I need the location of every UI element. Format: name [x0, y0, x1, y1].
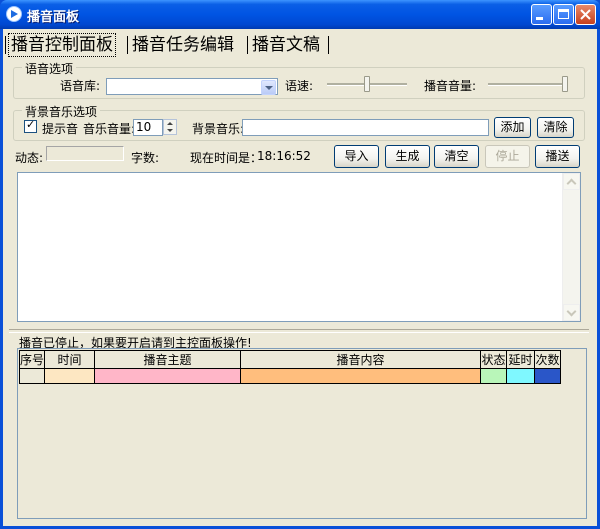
column-header-time[interactable]: 时间 — [44, 350, 96, 369]
table-cell-status[interactable] — [480, 368, 508, 384]
client-area: 播音控制面板 播音任务编辑 播音文稿 语音选项 语音库: 语速: 播音音量: 背… — [3, 29, 597, 526]
voice-library-value — [107, 79, 109, 93]
column-header-index[interactable]: 序号 — [18, 350, 46, 369]
current-time-value: 18:16:52 — [257, 149, 311, 163]
chevron-down-icon[interactable] — [261, 80, 276, 95]
table-row[interactable] — [18, 368, 562, 384]
column-header-count[interactable]: 次数 — [534, 350, 562, 369]
stop-button[interactable]: 停止 — [485, 145, 530, 168]
dynamic-indicator — [46, 146, 124, 161]
voice-options-group: 语音选项 语音库: 语速: 播音音量: — [13, 60, 585, 99]
app-icon — [6, 6, 22, 22]
task-grid[interactable]: 序号 时间 播音主题 播音内容 状态 延时 次数 — [17, 348, 587, 519]
bgm-input[interactable] — [242, 119, 489, 136]
tab-separator — [127, 36, 128, 54]
broadcast-text-editor[interactable] — [17, 172, 581, 322]
volume-slider-thumb[interactable] — [562, 76, 568, 92]
generate-button[interactable]: 生成 — [385, 145, 430, 168]
prompt-tone-label: 提示音 — [42, 122, 79, 136]
volume-label: 播音音量: — [424, 79, 477, 93]
table-cell-index[interactable] — [18, 368, 46, 384]
title-bar[interactable]: 播音面板 — [0, 0, 600, 29]
voice-options-title: 语音选项 — [22, 60, 77, 77]
current-time-label: 现在时间是： — [190, 151, 263, 165]
panel-splitter[interactable] — [9, 329, 589, 333]
prompt-tone-checkbox[interactable] — [24, 118, 37, 133]
music-volume-stepper[interactable] — [163, 119, 177, 135]
spin-up-icon[interactable] — [167, 122, 173, 125]
minimize-button[interactable] — [531, 4, 552, 25]
column-header-delay[interactable]: 延时 — [506, 350, 536, 369]
clear-bgm-button[interactable]: 清除 — [537, 117, 574, 138]
table-cell-content[interactable] — [240, 368, 482, 384]
column-header-topic[interactable]: 播音主题 — [94, 350, 242, 369]
table-cell-delay[interactable] — [506, 368, 536, 384]
bgm-label: 背景音乐: — [192, 122, 245, 136]
volume-slider[interactable] — [488, 74, 568, 94]
tab-strip: 播音控制面板 播音任务编辑 播音文稿 — [3, 31, 597, 57]
table-cell-time[interactable] — [44, 368, 96, 384]
close-button[interactable] — [575, 4, 596, 25]
tab-task-edit[interactable]: 播音任务编辑 — [132, 34, 234, 56]
scroll-up-icon[interactable] — [563, 173, 580, 190]
maximize-icon — [558, 9, 569, 19]
broadcast-button[interactable]: 播送 — [535, 145, 580, 168]
table-header-row: 序号 时间 播音主题 播音内容 状态 延时 次数 — [18, 350, 562, 369]
clear-button[interactable]: 清空 — [434, 145, 479, 168]
close-icon — [580, 9, 591, 20]
dynamic-label: 动态: — [15, 151, 44, 165]
scroll-down-icon[interactable] — [563, 304, 580, 321]
tab-separator — [247, 36, 248, 54]
spin-down-icon[interactable] — [167, 129, 173, 132]
minimize-icon — [536, 17, 543, 20]
table-cell-count[interactable] — [534, 368, 562, 384]
app-window: 播音面板 播音控制面板 播音任务编辑 播音文稿 语音选项 语音库: 语速: 播音… — [0, 0, 600, 529]
volume-slider-track — [488, 83, 568, 86]
bgm-options-group: 背景音乐选项 提示音 音乐音量: 10 背景音乐: 添加 清除 — [13, 103, 585, 141]
task-table: 序号 时间 播音主题 播音内容 状态 延时 次数 — [18, 350, 562, 384]
tab-separator — [5, 36, 6, 54]
speed-label: 语速: — [285, 79, 314, 93]
music-volume-label: 音乐音量: — [83, 122, 136, 136]
import-button[interactable]: 导入 — [334, 145, 379, 168]
add-bgm-button[interactable]: 添加 — [494, 117, 531, 138]
char-count-label: 字数: — [131, 151, 160, 165]
voice-library-label: 语音库: — [60, 79, 101, 93]
column-header-status[interactable]: 状态 — [480, 350, 508, 369]
maximize-button[interactable] — [553, 4, 574, 25]
window-title: 播音面板 — [27, 10, 80, 25]
editor-scrollbar[interactable] — [562, 173, 580, 321]
tab-scripts[interactable]: 播音文稿 — [252, 34, 320, 56]
column-header-content[interactable]: 播音内容 — [240, 350, 482, 369]
table-cell-topic[interactable] — [94, 368, 242, 384]
speed-slider-thumb[interactable] — [364, 76, 370, 92]
tab-separator — [328, 36, 329, 54]
music-volume-input[interactable]: 10 — [133, 119, 163, 136]
tab-control-panel[interactable]: 播音控制面板 — [8, 33, 116, 57]
voice-library-select[interactable] — [106, 78, 278, 95]
speed-slider[interactable] — [327, 74, 407, 94]
